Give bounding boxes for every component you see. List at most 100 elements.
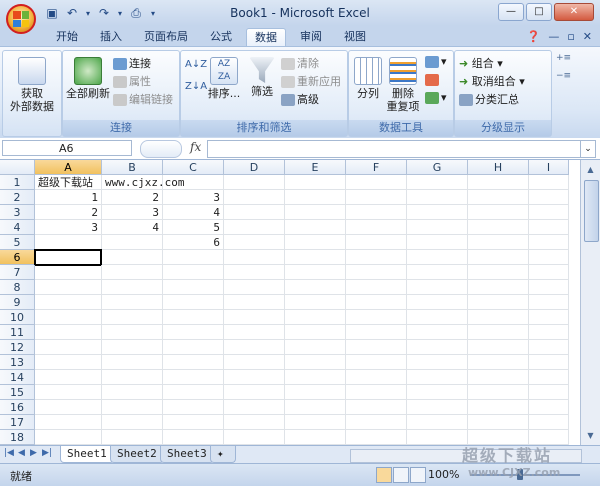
cell-g3[interactable] (407, 205, 468, 220)
cell-c9[interactable] (163, 295, 224, 310)
cell-d9[interactable] (224, 295, 285, 310)
cell-b17[interactable] (102, 415, 163, 430)
cell-c16[interactable] (163, 400, 224, 415)
cell-d7[interactable] (224, 265, 285, 280)
help-icon[interactable]: ❓ (527, 30, 541, 43)
refresh-all-button[interactable]: 全部刷新 (65, 57, 111, 100)
cell-h14[interactable] (468, 370, 529, 385)
cell-a8[interactable] (35, 280, 102, 295)
row-header-1[interactable]: 1 (0, 175, 35, 190)
cell-e11[interactable] (285, 325, 346, 340)
cell-b9[interactable] (102, 295, 163, 310)
cell-a7[interactable] (35, 265, 102, 280)
ribbon-restore-icon[interactable]: ▫ (567, 30, 574, 43)
row-header-16[interactable]: 16 (0, 400, 35, 415)
cell-c5[interactable]: 6 (163, 235, 224, 250)
cell-h15[interactable] (468, 385, 529, 400)
cell-c4[interactable]: 5 (163, 220, 224, 235)
cell-g15[interactable] (407, 385, 468, 400)
cell-g6[interactable] (407, 250, 468, 265)
cell-d6[interactable] (224, 250, 285, 265)
cell-h1[interactable] (468, 175, 529, 190)
cell-b1[interactable]: www.cjxz.com (102, 175, 184, 190)
cell-c13[interactable] (163, 355, 224, 370)
data-validation-icon[interactable]: ▾ (425, 55, 447, 68)
sort-button[interactable]: AZ ZA 排序... (207, 57, 241, 100)
cell-i2[interactable] (529, 190, 569, 205)
tab-insert[interactable]: 插入 (92, 28, 130, 46)
row-header-17[interactable]: 17 (0, 415, 35, 430)
cell-e2[interactable] (285, 190, 346, 205)
cell-e1[interactable] (285, 175, 346, 190)
cell-a4[interactable]: 3 (35, 220, 102, 235)
cell-a12[interactable] (35, 340, 102, 355)
cell-i1[interactable] (529, 175, 569, 190)
cell-g11[interactable] (407, 325, 468, 340)
cell-b16[interactable] (102, 400, 163, 415)
cell-h13[interactable] (468, 355, 529, 370)
cell-c17[interactable] (163, 415, 224, 430)
cell-h8[interactable] (468, 280, 529, 295)
cell-a3[interactable]: 2 (35, 205, 102, 220)
cell-d12[interactable] (224, 340, 285, 355)
row-header-7[interactable]: 7 (0, 265, 35, 280)
cell-e8[interactable] (285, 280, 346, 295)
reapply-button[interactable]: 重新应用 (281, 73, 341, 89)
first-sheet-icon[interactable]: |◀ (4, 448, 14, 458)
cell-a17[interactable] (35, 415, 102, 430)
cell-g8[interactable] (407, 280, 468, 295)
cell-e17[interactable] (285, 415, 346, 430)
ribbon-close-icon[interactable]: ✕ (583, 30, 592, 43)
normal-view-icon[interactable] (376, 467, 392, 483)
row-header-2[interactable]: 2 (0, 190, 35, 205)
cell-a15[interactable] (35, 385, 102, 400)
cell-i16[interactable] (529, 400, 569, 415)
column-header-c[interactable]: C (163, 160, 224, 175)
cell-g1[interactable] (407, 175, 468, 190)
cell-f7[interactable] (346, 265, 407, 280)
column-header-d[interactable]: D (224, 160, 285, 175)
cell-f2[interactable] (346, 190, 407, 205)
cell-i11[interactable] (529, 325, 569, 340)
cell-i4[interactable] (529, 220, 569, 235)
tab-page-layout[interactable]: 页面布局 (136, 28, 196, 46)
cell-e16[interactable] (285, 400, 346, 415)
select-all-corner[interactable] (0, 160, 35, 175)
prev-sheet-icon[interactable]: ◀ (18, 448, 25, 458)
cell-b7[interactable] (102, 265, 163, 280)
cell-h7[interactable] (468, 265, 529, 280)
cell-a10[interactable] (35, 310, 102, 325)
cell-d1[interactable] (224, 175, 285, 190)
cell-h3[interactable] (468, 205, 529, 220)
sheet-tab-2[interactable]: Sheet2 (110, 446, 164, 463)
cell-d5[interactable] (224, 235, 285, 250)
cell-i10[interactable] (529, 310, 569, 325)
formula-input[interactable] (207, 140, 581, 158)
vertical-scroll-thumb[interactable] (584, 180, 599, 242)
cell-g10[interactable] (407, 310, 468, 325)
cell-c1[interactable] (163, 175, 224, 190)
column-header-i[interactable]: I (529, 160, 569, 175)
cell-a14[interactable] (35, 370, 102, 385)
cell-f10[interactable] (346, 310, 407, 325)
cell-i6[interactable] (529, 250, 569, 265)
cell-c12[interactable] (163, 340, 224, 355)
cell-b18[interactable] (102, 430, 163, 445)
clear-filter-button[interactable]: 清除 (281, 55, 319, 71)
cell-f4[interactable] (346, 220, 407, 235)
cell-g17[interactable] (407, 415, 468, 430)
cell-h17[interactable] (468, 415, 529, 430)
cell-f1[interactable] (346, 175, 407, 190)
tab-review[interactable]: 审阅 (292, 28, 330, 46)
cell-a1[interactable]: 超级下载站 (35, 175, 102, 190)
cell-e14[interactable] (285, 370, 346, 385)
sheet-tab-1[interactable]: Sheet1 (60, 446, 114, 463)
row-header-10[interactable]: 10 (0, 310, 35, 325)
cell-c14[interactable] (163, 370, 224, 385)
cell-g4[interactable] (407, 220, 468, 235)
tab-home[interactable]: 开始 (48, 28, 86, 46)
name-box[interactable]: A6 (2, 140, 132, 156)
cell-a13[interactable] (35, 355, 102, 370)
cell-b13[interactable] (102, 355, 163, 370)
edit-links-button[interactable]: 编辑链接 (113, 91, 173, 107)
